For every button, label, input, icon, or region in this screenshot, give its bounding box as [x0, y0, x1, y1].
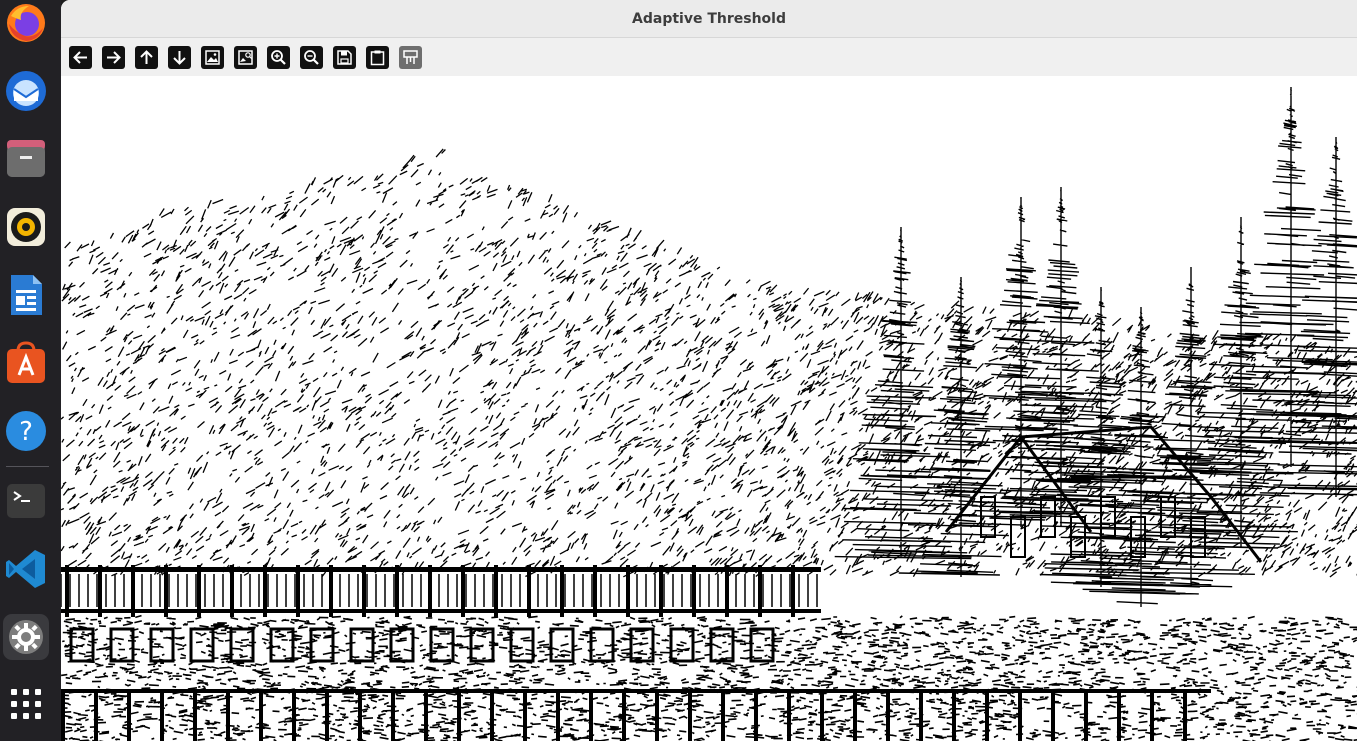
clipboard-icon[interactable]: [366, 46, 389, 69]
grid-icon[interactable]: [4, 682, 48, 726]
window-titlebar[interactable]: Adaptive Threshold: [61, 0, 1357, 38]
zoom-out-icon[interactable]: [300, 46, 323, 69]
image-canvas: [61, 77, 1357, 741]
arrow-up-icon[interactable]: [135, 46, 158, 69]
terminal-icon[interactable]: [4, 478, 48, 522]
app-center-icon[interactable]: [4, 341, 48, 385]
image-icon[interactable]: [201, 46, 224, 69]
files-icon[interactable]: [4, 137, 48, 181]
arrow-right-icon[interactable]: [102, 46, 125, 69]
arrow-down-icon[interactable]: [168, 46, 191, 69]
svg-text:?: ?: [19, 417, 33, 447]
firefox-icon[interactable]: [4, 1, 48, 45]
settings-icon[interactable]: [3, 614, 49, 660]
libreoffice-writer-icon[interactable]: [4, 273, 48, 317]
vscode-icon[interactable]: [4, 547, 48, 591]
dock-separator: [6, 466, 49, 467]
image-viewer-window: Adaptive Threshold: [61, 0, 1357, 741]
rhythmbox-icon[interactable]: [4, 205, 48, 249]
thresholded-landscape-image[interactable]: [61, 77, 1357, 741]
image-zoom-icon[interactable]: [234, 46, 257, 69]
help-icon[interactable]: ?: [4, 409, 48, 453]
properties-icon[interactable]: [399, 46, 422, 69]
dock: ?: [0, 0, 61, 741]
zoom-in-icon[interactable]: [267, 46, 290, 69]
window-title: Adaptive Threshold: [632, 10, 786, 27]
toolbar: [61, 38, 1357, 76]
arrow-left-icon[interactable]: [69, 46, 92, 69]
save-icon[interactable]: [333, 46, 356, 69]
thunderbird-icon[interactable]: [4, 69, 48, 113]
